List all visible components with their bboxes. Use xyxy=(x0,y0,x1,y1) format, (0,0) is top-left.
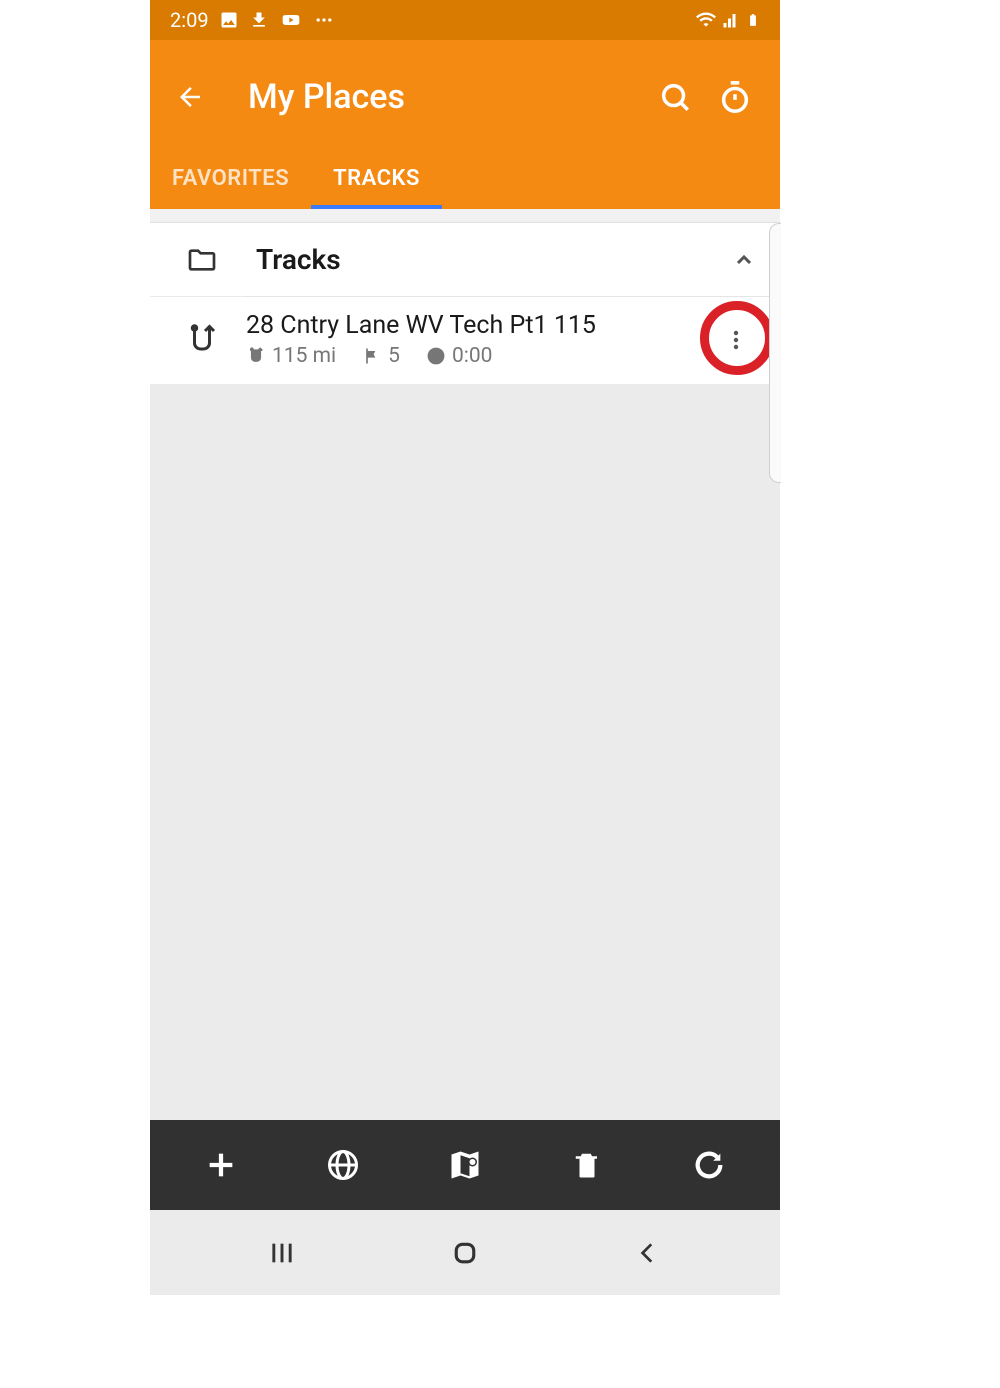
track-info: 28 Cntry Lane WV Tech Pt1 115 115 mi 5 0… xyxy=(246,311,716,368)
route-icon xyxy=(184,322,220,358)
spacer xyxy=(150,209,780,223)
globe-icon xyxy=(325,1147,361,1183)
track-row[interactable]: 28 Cntry Lane WV Tech Pt1 115 115 mi 5 0… xyxy=(150,297,780,384)
bottom-toolbar xyxy=(150,1120,780,1210)
content-area: Tracks 28 Cntry Lane WV Tech Pt1 115 115… xyxy=(150,209,780,1120)
download-icon xyxy=(249,10,269,30)
battery-icon xyxy=(746,10,760,30)
route-small-icon xyxy=(246,346,266,366)
back-button[interactable] xyxy=(170,77,210,117)
header-row: My Places xyxy=(150,60,780,150)
tab-favorites[interactable]: FAVORITES xyxy=(150,150,311,209)
delete-button[interactable] xyxy=(560,1138,614,1192)
map-icon xyxy=(446,1147,484,1183)
recents-icon xyxy=(268,1239,296,1267)
folder-icon-wrap xyxy=(180,244,224,276)
signal-icon xyxy=(722,10,740,30)
home-icon xyxy=(450,1238,480,1268)
folder-title: Tracks xyxy=(256,243,732,276)
flag-icon xyxy=(362,346,382,366)
track-icon-wrap xyxy=(180,322,224,358)
home-button[interactable] xyxy=(435,1223,495,1283)
more-vertical-icon xyxy=(724,326,748,354)
plus-icon xyxy=(204,1148,238,1182)
refresh-button[interactable] xyxy=(682,1138,736,1192)
app-header: My Places FAVORITES TRACKS xyxy=(150,40,780,209)
chevron-left-icon xyxy=(635,1240,661,1266)
globe-button[interactable] xyxy=(316,1138,370,1192)
status-bar: 2:09 xyxy=(150,0,780,40)
collapse-button[interactable] xyxy=(732,248,756,272)
tabs: FAVORITES TRACKS xyxy=(150,150,780,209)
tab-tracks[interactable]: TRACKS xyxy=(311,150,442,209)
chevron-up-icon xyxy=(732,248,756,272)
search-button[interactable] xyxy=(650,72,700,122)
track-duration: 0:00 xyxy=(452,344,493,368)
nav-back-button[interactable] xyxy=(618,1223,678,1283)
status-time: 2:09 xyxy=(170,8,209,32)
youtube-icon xyxy=(279,10,303,30)
track-title: 28 Cntry Lane WV Tech Pt1 115 xyxy=(246,311,716,340)
more-horizontal-icon xyxy=(313,10,335,30)
arrow-back-icon xyxy=(175,82,205,112)
scrollbar[interactable] xyxy=(769,223,781,483)
track-meta: 115 mi 5 0:00 xyxy=(246,344,716,368)
timer-button[interactable] xyxy=(710,72,760,122)
clock-icon xyxy=(426,346,446,366)
more-button[interactable] xyxy=(716,320,756,360)
recents-button[interactable] xyxy=(252,1223,312,1283)
track-waypoints: 5 xyxy=(388,344,400,368)
image-icon xyxy=(219,10,239,30)
phone-screen: 2:09 My Places FAVORITES TR xyxy=(150,0,780,1295)
refresh-icon xyxy=(692,1148,726,1182)
search-icon xyxy=(658,80,692,114)
status-right xyxy=(696,10,760,30)
wifi-icon xyxy=(696,10,716,30)
trash-icon xyxy=(572,1148,602,1182)
map-button[interactable] xyxy=(438,1138,492,1192)
folder-row[interactable]: Tracks xyxy=(150,223,780,296)
stopwatch-icon xyxy=(718,80,752,114)
system-nav-bar xyxy=(150,1210,780,1295)
page-title: My Places xyxy=(248,77,640,117)
add-button[interactable] xyxy=(194,1138,248,1192)
status-left: 2:09 xyxy=(170,8,335,32)
folder-icon xyxy=(183,244,221,276)
track-distance: 115 mi xyxy=(272,344,336,368)
